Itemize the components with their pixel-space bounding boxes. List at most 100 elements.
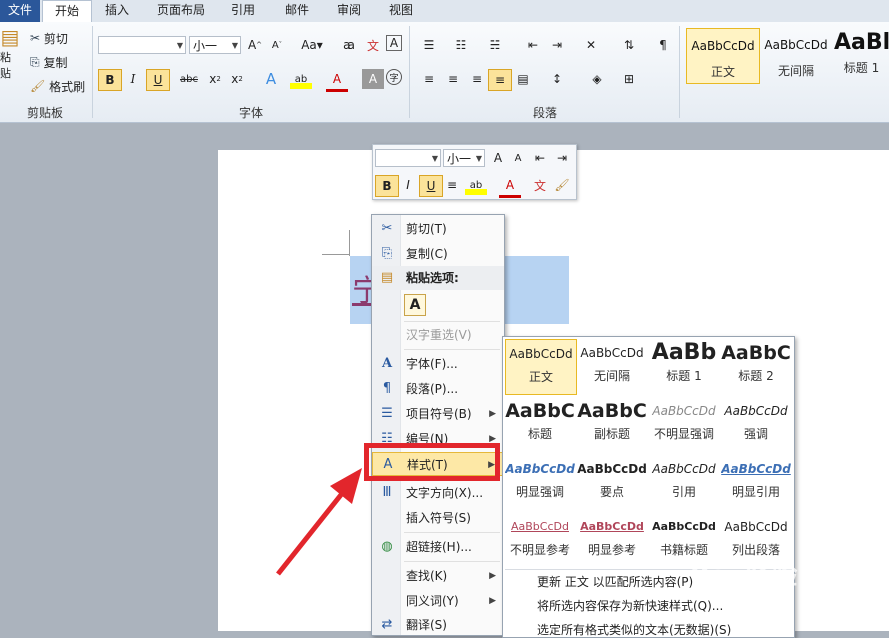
menu-item-find[interactable]: 查找(K) ▶: [372, 564, 504, 588]
mini-font-color-button[interactable]: A: [499, 175, 521, 198]
clear-format-icon[interactable]: ꜳ: [338, 35, 360, 55]
borders-icon[interactable]: ⊞: [618, 69, 640, 89]
tab-home[interactable]: 开始: [42, 0, 92, 23]
decrease-indent-icon[interactable]: ⇤: [529, 148, 551, 168]
format-painter-button[interactable]: 🖌 格式刷: [30, 76, 85, 96]
brush-icon[interactable]: 🖌: [551, 175, 573, 195]
phonetic-guide-button[interactable]: 文: [362, 35, 384, 55]
tab-review[interactable]: 审阅: [332, 0, 366, 22]
mini-highlight-button[interactable]: ab: [465, 175, 487, 195]
distributed-icon[interactable]: ▤: [512, 69, 534, 89]
gallery-style-heading2[interactable]: AaBbC 标题 2: [721, 339, 791, 393]
gallery-style-no-spacing[interactable]: AaBbCcDd 无间隔: [577, 339, 647, 393]
grow-font-button[interactable]: A ^: [244, 35, 266, 55]
quick-style-no-spacing[interactable]: AaBbCcDd 无间隔: [760, 28, 832, 82]
gallery-style-strong[interactable]: AaBbCcDd 要点: [577, 455, 647, 509]
margin-mark: [322, 254, 350, 255]
subscript-button[interactable]: x2: [204, 69, 226, 89]
copy-button[interactable]: ⎘ 复制: [30, 52, 67, 72]
font-name-combo[interactable]: ▼: [98, 36, 186, 54]
paste-button[interactable]: ▤ 粘贴: [0, 25, 20, 80]
underline-button[interactable]: U: [146, 69, 170, 91]
increase-indent-icon[interactable]: ⇥: [546, 35, 568, 55]
update-style-action[interactable]: 更新 正文 以匹配所选内容(P): [537, 573, 693, 590]
center-icon[interactable]: ≡: [441, 175, 463, 195]
gallery-style-heading1[interactable]: AaBb 标题 1: [649, 339, 719, 393]
decrease-indent-icon[interactable]: ⇤: [522, 35, 544, 55]
select-similar-action[interactable]: 选定所有格式类似的文本(无数据)(S): [537, 621, 731, 638]
text-effect-button[interactable]: A: [260, 69, 282, 89]
tab-insert[interactable]: 插入: [100, 0, 134, 22]
strikethrough-button[interactable]: abc: [178, 69, 200, 89]
save-quick-style-action[interactable]: 将所选内容保存为新快速样式(Q)...: [537, 597, 723, 614]
divider: [404, 532, 500, 533]
grow-font-icon[interactable]: A: [487, 148, 509, 168]
mini-italic-button[interactable]: I: [397, 175, 419, 195]
font-size-combo[interactable]: 小一 ▼: [189, 36, 241, 54]
gallery-style-subtle-reference[interactable]: AaBbCcDd 不明显参考: [505, 513, 575, 567]
superscript-button[interactable]: x2: [226, 69, 248, 89]
translate-icon: ⇄: [381, 617, 393, 632]
gallery-style-intense-quote[interactable]: AaBbCcDd 明显引用: [721, 455, 791, 509]
menu-item-synonyms[interactable]: 同义词(Y) ▶: [372, 589, 504, 613]
gallery-style-subtle-emphasis[interactable]: AaBbCcDd 不明显强调: [649, 397, 719, 451]
char-shading-button[interactable]: A: [362, 69, 384, 89]
paste-keep-text-only-button[interactable]: A: [404, 294, 426, 316]
mini-font-size-combo[interactable]: 小一 ▼: [443, 149, 485, 167]
scissors-icon: ✂: [381, 221, 393, 236]
justify-icon[interactable]: ≡: [488, 69, 512, 91]
line-spacing-icon[interactable]: ↕: [546, 69, 568, 89]
tab-view[interactable]: 视图: [384, 0, 418, 22]
bold-button[interactable]: B: [98, 69, 122, 91]
numbering-icon[interactable]: ☷: [450, 35, 472, 55]
multilevel-list-icon[interactable]: ☵: [484, 35, 506, 55]
tab-file[interactable]: 文件: [0, 0, 40, 22]
change-case-button[interactable]: Aa▾: [298, 35, 326, 55]
mini-bold-button[interactable]: B: [375, 175, 399, 197]
menu-item-bullets[interactable]: ☰ 项目符号(B) ▶: [372, 402, 504, 426]
menu-item-insert-symbol[interactable]: 插入符号(S): [372, 506, 504, 530]
gallery-style-subtitle[interactable]: AaBbC 副标题: [577, 397, 647, 451]
menu-item-text-direction[interactable]: Ⅲ 文字方向(X)...: [372, 481, 504, 505]
scissors-icon: ✂: [30, 31, 41, 45]
menu-item-hyperlink[interactable]: ◍ 超链接(H)...: [372, 535, 504, 559]
shading-icon[interactable]: ◈: [586, 69, 608, 89]
font-color-button[interactable]: A: [326, 69, 348, 92]
italic-button[interactable]: I: [122, 69, 144, 89]
increase-indent-icon[interactable]: ⇥: [551, 148, 573, 168]
gallery-style-emphasis[interactable]: AaBbCcDd 强调: [721, 397, 791, 451]
menu-item-paragraph[interactable]: ¶ 段落(P)...: [372, 377, 504, 401]
gallery-style-quote[interactable]: AaBbCcDd 引用: [649, 455, 719, 509]
align-right-icon[interactable]: ≡: [466, 69, 488, 89]
gallery-style-title[interactable]: AaBbC 标题: [505, 397, 575, 451]
tab-page-layout[interactable]: 页面布局: [150, 0, 212, 22]
show-marks-icon[interactable]: ¶: [652, 35, 674, 55]
enclose-char-button[interactable]: 字: [386, 69, 402, 85]
chevron-down-icon: ▼: [176, 41, 183, 50]
align-left-icon[interactable]: ≡: [418, 69, 440, 89]
menu-item-copy[interactable]: ⎘ 复制(C): [372, 242, 504, 266]
highlight-button[interactable]: ab: [290, 69, 312, 89]
quick-style-normal[interactable]: AaBbCcDd 正文: [686, 28, 760, 84]
phonetic-icon[interactable]: 文: [529, 175, 551, 195]
mini-underline-button[interactable]: U: [419, 175, 443, 197]
sort-icon[interactable]: ⇅: [618, 35, 640, 55]
align-center-icon[interactable]: ≡: [442, 69, 464, 89]
shrink-font-button[interactable]: Aˇ: [266, 35, 288, 55]
gallery-style-normal[interactable]: AaBbCcDd 正文: [505, 339, 577, 395]
menu-item-translate[interactable]: ⇄ 翻译(S): [372, 613, 504, 637]
bullets-icon[interactable]: ☰: [418, 35, 440, 55]
menu-item-font[interactable]: A 字体(F)...: [372, 352, 504, 376]
char-border-button[interactable]: A: [386, 35, 402, 51]
cut-button[interactable]: ✂ 剪切: [30, 28, 68, 48]
mini-font-name-combo[interactable]: ▼: [375, 149, 441, 167]
asian-layout-icon[interactable]: ✕: [580, 35, 602, 55]
tab-references[interactable]: 引用: [226, 0, 260, 22]
gallery-style-intense-emphasis[interactable]: AaBbCcDd 明显强调: [505, 455, 575, 509]
shrink-font-icon[interactable]: A: [507, 148, 529, 168]
gallery-style-intense-reference[interactable]: AaBbCcDd 明显参考: [577, 513, 647, 567]
tab-mailings[interactable]: 邮件: [280, 0, 314, 22]
menu-item-cut[interactable]: ✂ 剪切(T): [372, 217, 504, 241]
watermark: Bai 经验: [690, 561, 798, 591]
quick-style-heading1[interactable]: AaBl 标题 1: [834, 28, 889, 82]
